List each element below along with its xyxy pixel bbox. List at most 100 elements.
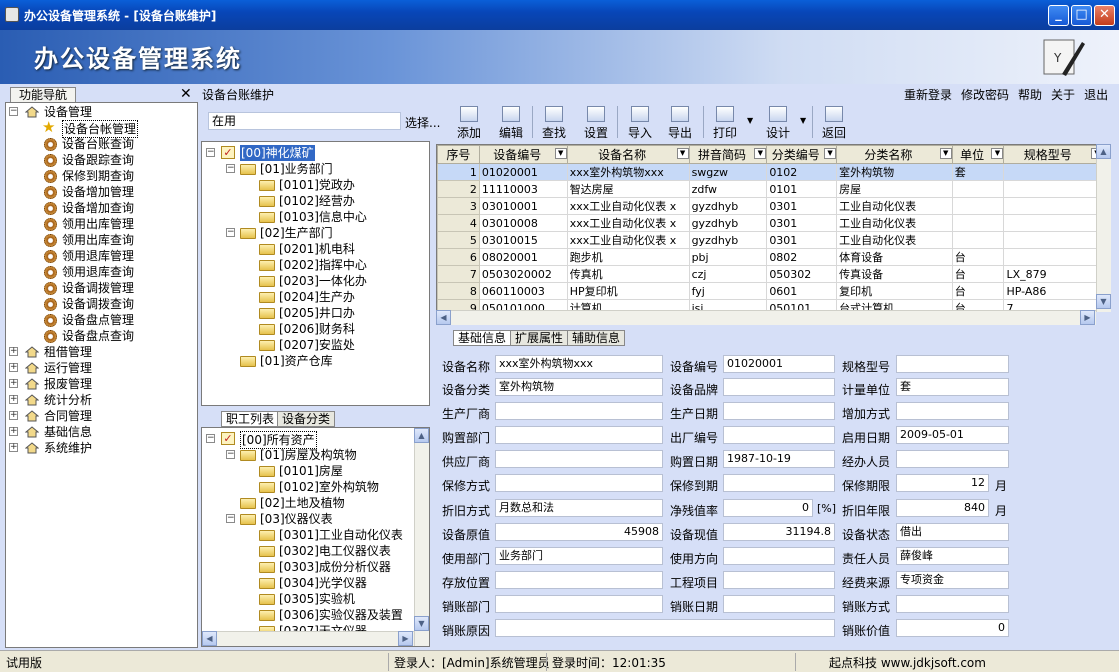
field-code[interactable]: 01020001	[723, 355, 835, 373]
field-add-way[interactable]	[896, 402, 1009, 420]
nav-item[interactable]: 设备调拨管理	[6, 280, 197, 296]
field-fund[interactable]: 专项资金	[896, 571, 1009, 589]
checkbox-icon[interactable]: ✓	[221, 146, 235, 159]
table-row[interactable]: 5 03010015 xxx工业自动化仪表 x gyzdhyb 0301 工业自动化仪表	[437, 231, 1104, 249]
table-cell[interactable]: 6	[437, 248, 480, 266]
nav-group[interactable]: + 报废管理	[6, 376, 197, 392]
table-cell[interactable]: 传真机	[567, 265, 690, 283]
table-cell[interactable]: 3	[437, 197, 480, 215]
nav-item[interactable]: 设备盘点查询	[6, 328, 197, 344]
table-cell[interactable]: LX_879	[1003, 265, 1104, 283]
field-use-direction[interactable]	[723, 547, 835, 565]
nav-item[interactable]: 领用出库查询	[6, 232, 197, 248]
field-warranty-due[interactable]	[723, 474, 835, 492]
table-row[interactable]: 1 01020001 xxx室外构筑物xxx swgzw 0102 室外构筑物套	[437, 163, 1104, 181]
table-cell[interactable]: 工业自动化仪表	[836, 214, 953, 232]
exit-link[interactable]: 退出	[1084, 88, 1108, 102]
table-cell[interactable]: 室外构筑物	[836, 163, 953, 181]
nav-group[interactable]: + 系统维护	[6, 440, 197, 456]
table-row[interactable]: 3 03010001 xxx工业自动化仪表 x gyzdhyb 0301 工业自动化仪表	[437, 197, 1104, 215]
table-cell[interactable]: swgzw	[689, 163, 768, 181]
table-cell[interactable]	[1003, 248, 1104, 266]
nav-item[interactable]: 保修到期查询	[6, 168, 197, 184]
nav-root[interactable]: − 设备管理	[6, 104, 197, 120]
table-cell[interactable]: 7	[437, 265, 480, 283]
tree-leaf[interactable]: [0202]指挥中心	[202, 257, 429, 273]
nav-item[interactable]: 领用退库查询	[6, 264, 197, 280]
table-cell[interactable]: 智达房屋	[567, 180, 690, 198]
tree-leaf[interactable]: [0306]实验仪器及装置	[202, 607, 414, 623]
field-name[interactable]: xxx室外构筑物xxx	[495, 355, 663, 373]
table-cell[interactable]: 03010015	[479, 231, 568, 249]
column-header[interactable]: 设备编号 ▼	[478, 145, 568, 164]
table-cell[interactable]: 060110003	[479, 282, 568, 300]
tree-leaf[interactable]: [0207]安监处	[202, 337, 429, 353]
edit-button[interactable]: 编辑	[499, 104, 523, 141]
field-writeoff-way[interactable]	[896, 595, 1009, 613]
table-row[interactable]: 8 060110003 HP复印机 fyj 0601 复印机台 HP-A86	[437, 282, 1104, 300]
table-cell[interactable]: 08020001	[479, 248, 568, 266]
table-cell[interactable]: 8	[437, 282, 480, 300]
tree-leaf[interactable]: [0305]实验机	[202, 591, 414, 607]
table-cell[interactable]: 0301	[766, 214, 838, 232]
table-cell[interactable]: 传真设备	[836, 265, 953, 283]
table-row[interactable]: 2 11110003 智达房屋 zdfw 0101 房屋	[437, 180, 1104, 198]
tree-root[interactable]: − ✓ [00]所有资产	[202, 431, 414, 449]
column-filter-icon[interactable]: ▼	[554, 148, 567, 159]
table-cell[interactable]: czj	[689, 265, 768, 283]
table-cell[interactable]: 050302	[766, 265, 838, 283]
design-dropdown-icon[interactable]: ▼	[800, 116, 806, 125]
table-cell[interactable]: fyj	[689, 282, 768, 300]
relogin-link[interactable]: 重新登录	[904, 88, 952, 102]
table-cell[interactable]: 套	[952, 163, 1005, 181]
field-prod-date[interactable]	[723, 402, 835, 420]
table-cell[interactable]: xxx工业自动化仪表 x	[567, 197, 690, 215]
nav-item[interactable]: 设备增加管理	[6, 184, 197, 200]
field-writeoff-date[interactable]	[723, 595, 835, 613]
table-cell[interactable]: 工业自动化仪表	[836, 231, 953, 249]
tab-staff-list[interactable]: 职工列表	[221, 411, 280, 427]
table-cell[interactable]	[1003, 197, 1104, 215]
table-cell[interactable]	[952, 231, 1005, 249]
field-buy-date[interactable]: 1987-10-19	[723, 450, 835, 468]
column-header[interactable]: 规格型号▼	[1003, 145, 1104, 164]
grid-hscroll[interactable]: ◀ ▶	[436, 310, 1096, 325]
nav-group[interactable]: + 租借管理	[6, 344, 197, 360]
column-header[interactable]: 分类编号 ▼	[766, 145, 838, 164]
tree-node[interactable]: [02]土地及植物	[202, 495, 414, 511]
choose-button[interactable]: 选择...	[405, 114, 440, 131]
table-cell[interactable]: 03010001	[479, 197, 568, 215]
column-header[interactable]: 拼音简码 ▼	[688, 145, 768, 164]
table-cell[interactable]	[1003, 180, 1104, 198]
column-header[interactable]: 单位 ▼	[951, 145, 1005, 164]
field-category[interactable]: 室外构筑物	[495, 378, 663, 396]
about-link[interactable]: 关于	[1051, 88, 1075, 102]
tree-node[interactable]: − [01]业务部门	[202, 161, 429, 177]
field-serial[interactable]	[723, 426, 835, 444]
field-dep-life[interactable]: 840	[896, 499, 989, 517]
nav-group[interactable]: + 基础信息	[6, 424, 197, 440]
table-cell[interactable]: xxx工业自动化仪表 x	[567, 231, 690, 249]
table-cell[interactable]: 4	[437, 214, 480, 232]
field-owner[interactable]: 薛俊峰	[896, 547, 1009, 565]
maximize-button[interactable]: □	[1071, 5, 1092, 26]
find-button[interactable]: 查找	[542, 104, 566, 141]
filter-input[interactable]: 在用	[208, 112, 401, 130]
field-location[interactable]	[495, 571, 663, 589]
table-cell[interactable]: xxx室外构筑物xxx	[567, 163, 690, 181]
table-cell[interactable]: 0503020002	[479, 265, 568, 283]
field-salvage[interactable]: 0	[723, 499, 813, 517]
nav-item[interactable]: 设备盘点管理	[6, 312, 197, 328]
field-project[interactable]	[723, 571, 835, 589]
print-dropdown-icon[interactable]: ▼	[747, 116, 753, 125]
tree-leaf[interactable]: [0307]天文仪器	[202, 623, 414, 631]
table-cell[interactable]: xxx工业自动化仪表 x	[567, 214, 690, 232]
table-cell[interactable]: 跑步机	[567, 248, 690, 266]
nav-item[interactable]: 设备跟踪查询	[6, 152, 197, 168]
table-cell[interactable]: 台	[952, 265, 1005, 283]
field-dep-method[interactable]: 月数总和法	[495, 499, 663, 517]
column-header[interactable]: 序号	[437, 145, 480, 164]
tab-extended[interactable]: 扩展属性	[510, 330, 569, 346]
column-filter-icon[interactable]: ▼	[991, 148, 1003, 159]
help-link[interactable]: 帮助	[1018, 88, 1042, 102]
